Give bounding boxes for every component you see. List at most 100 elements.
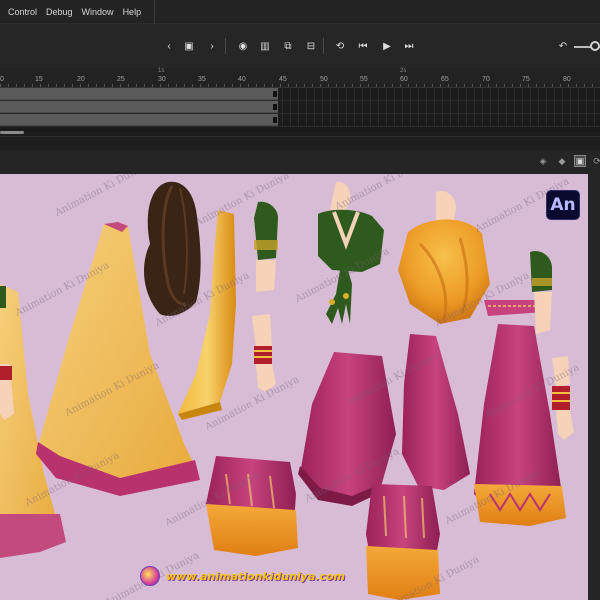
frame-cell[interactable] xyxy=(282,88,283,100)
stage-canvas[interactable]: Animation Ki Duniya Animation Ki Duniya An… xyxy=(0,174,588,600)
frame-cell[interactable] xyxy=(522,114,523,126)
frame-cell[interactable] xyxy=(578,88,579,100)
frame-cell[interactable] xyxy=(482,101,483,113)
frame-cell[interactable] xyxy=(426,101,427,113)
frame-cell[interactable] xyxy=(386,114,387,126)
frame-cell[interactable] xyxy=(378,101,379,113)
frame-cell[interactable] xyxy=(354,88,355,100)
frame-cell[interactable] xyxy=(498,88,499,100)
frame-cell[interactable] xyxy=(586,114,587,126)
frame-cell[interactable] xyxy=(522,101,523,113)
layer-row[interactable] xyxy=(0,114,600,127)
frame-cell[interactable] xyxy=(442,101,443,113)
frame-cell[interactable] xyxy=(298,88,299,100)
frame-cell[interactable] xyxy=(594,114,595,126)
frame-cell[interactable] xyxy=(434,88,435,100)
frame-cell[interactable] xyxy=(354,114,355,126)
frame-cell[interactable] xyxy=(594,88,595,100)
clip-content-icon[interactable]: ◈ xyxy=(537,155,549,167)
frame-cell[interactable] xyxy=(306,101,307,113)
frame-cell[interactable] xyxy=(330,101,331,113)
frame-cell[interactable] xyxy=(498,114,499,126)
timeline-ruler[interactable]: 0 15 20 25 30 35 40 45 50 55 60 65 70 75 80 1s 2s xyxy=(0,68,600,88)
frame-cell[interactable] xyxy=(290,88,291,100)
frame-cell[interactable] xyxy=(418,88,419,100)
frame-cell[interactable] xyxy=(354,101,355,113)
insert-blank-keyframe-button[interactable]: ⊟ xyxy=(304,39,318,53)
frame-cell[interactable] xyxy=(474,114,475,126)
frame-cell[interactable] xyxy=(514,101,515,113)
frame-cell[interactable] xyxy=(498,101,499,113)
create-motion-tween-button[interactable]: ⧉ xyxy=(281,39,295,53)
frame-cell[interactable] xyxy=(290,114,291,126)
frame-cell[interactable] xyxy=(322,114,323,126)
frame-cell[interactable] xyxy=(282,114,283,126)
frame-cell[interactable] xyxy=(450,101,451,113)
timeline-scrollbar[interactable] xyxy=(0,131,24,134)
frame-cell[interactable] xyxy=(546,114,547,126)
step-forward-button[interactable]: ⏭ xyxy=(402,39,416,53)
frame-cell[interactable] xyxy=(410,114,411,126)
timeline-frames[interactable] xyxy=(0,88,600,132)
center-stage-icon[interactable]: ▣ xyxy=(574,155,586,167)
frame-cell[interactable] xyxy=(394,114,395,126)
frame-cell[interactable] xyxy=(306,88,307,100)
frame-cell[interactable] xyxy=(546,88,547,100)
frame-cell[interactable] xyxy=(330,88,331,100)
frame-cell[interactable] xyxy=(506,101,507,113)
frame-cell[interactable] xyxy=(394,88,395,100)
frame-cell[interactable] xyxy=(506,114,507,126)
frame-cell[interactable] xyxy=(314,114,315,126)
panel-divider[interactable] xyxy=(0,136,600,150)
frame-cell[interactable] xyxy=(362,114,363,126)
rotate-stage-icon[interactable]: ⟳ xyxy=(591,155,600,167)
frame-cell[interactable] xyxy=(362,101,363,113)
frame-cell[interactable] xyxy=(538,101,539,113)
loop-button[interactable]: ⟲ xyxy=(333,39,347,53)
frame-cell[interactable] xyxy=(578,114,579,126)
frame-cell[interactable] xyxy=(514,88,515,100)
frame-cell[interactable] xyxy=(402,101,403,113)
frame-cell[interactable] xyxy=(466,101,467,113)
menu-window[interactable]: Window xyxy=(82,7,114,17)
frame-cell[interactable] xyxy=(490,114,491,126)
frame-cell[interactable] xyxy=(554,101,555,113)
frame-cell[interactable] xyxy=(338,114,339,126)
frame-cell[interactable] xyxy=(402,88,403,100)
frame-cell[interactable] xyxy=(434,114,435,126)
frame-cell[interactable] xyxy=(474,101,475,113)
prev-keyframe-button[interactable]: ‹ xyxy=(162,39,176,53)
frame-cell[interactable] xyxy=(442,88,443,100)
frame-cell[interactable] xyxy=(418,114,419,126)
frame-cell[interactable] xyxy=(410,88,411,100)
frame-cell[interactable] xyxy=(570,88,571,100)
frame-cell[interactable] xyxy=(530,101,531,113)
frame-cell[interactable] xyxy=(346,101,347,113)
fill-color-icon[interactable]: ◆ xyxy=(556,155,568,167)
frame-cell[interactable] xyxy=(554,88,555,100)
frame-cell[interactable] xyxy=(450,88,451,100)
frame-cell[interactable] xyxy=(570,101,571,113)
frame-cell[interactable] xyxy=(322,88,323,100)
frame-cell[interactable] xyxy=(426,88,427,100)
frame-cell[interactable] xyxy=(458,114,459,126)
zoom-slider-knob[interactable] xyxy=(590,41,600,51)
frame-cell[interactable] xyxy=(522,88,523,100)
frame-cell[interactable] xyxy=(386,88,387,100)
next-keyframe-button[interactable]: › xyxy=(205,39,219,53)
frame-cell[interactable] xyxy=(490,88,491,100)
play-button[interactable]: ▶ xyxy=(380,39,394,53)
frame-cell[interactable] xyxy=(402,114,403,126)
frame-span[interactable] xyxy=(0,88,278,100)
frame-cell[interactable] xyxy=(586,101,587,113)
frame-cell[interactable] xyxy=(578,101,579,113)
frame-cell[interactable] xyxy=(458,101,459,113)
sleeve-arm-left[interactable] xyxy=(252,201,278,392)
menu-help[interactable]: Help xyxy=(123,7,142,17)
frame-cell[interactable] xyxy=(442,114,443,126)
frame-cell[interactable] xyxy=(530,88,531,100)
frame-cell[interactable] xyxy=(434,101,435,113)
frame-cell[interactable] xyxy=(482,114,483,126)
frame-cell[interactable] xyxy=(562,114,563,126)
insert-keyframe-button[interactable]: ▣ xyxy=(182,39,196,53)
